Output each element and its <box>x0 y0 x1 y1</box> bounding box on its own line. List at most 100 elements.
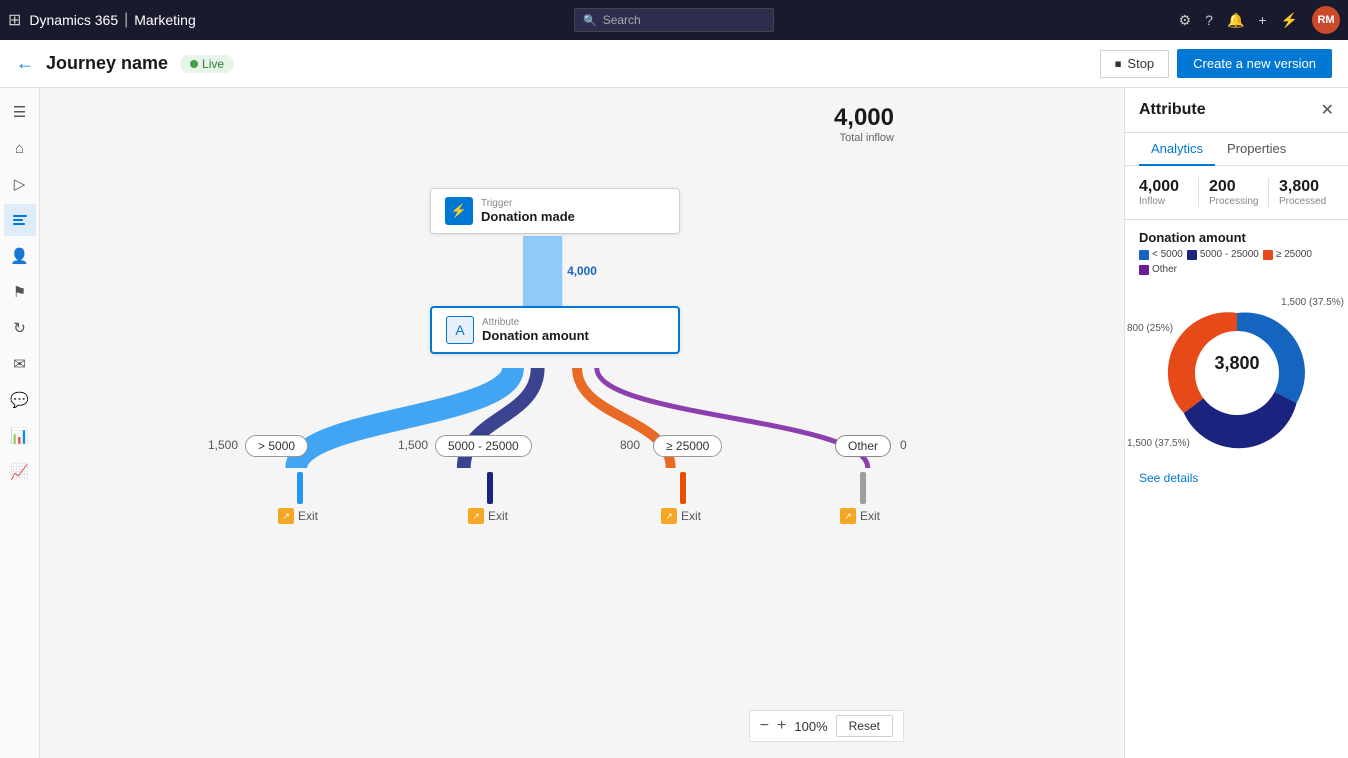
sub-header-right: ⏹ Stop Create a new version <box>1100 49 1332 78</box>
stat-processed-label: Processed <box>1279 196 1334 207</box>
notification-icon[interactable]: 🔔 <box>1227 12 1244 29</box>
exit-icon-1: ↗ <box>278 508 294 524</box>
donut-chart-svg: 3,800 <box>1157 293 1317 453</box>
attribute-label: Attribute <box>482 317 589 328</box>
search-placeholder: Search <box>603 13 641 27</box>
top-nav-right: ⚙ ? 🔔 + ⚡ RM <box>1179 6 1340 34</box>
stat-inflow-label: Inflow <box>1139 196 1194 207</box>
branch-node-3[interactable]: ≥ 25000 <box>653 435 722 457</box>
sidebar-people-icon[interactable]: 👤 <box>4 240 36 272</box>
legend-item-2: 5000 - 25000 <box>1187 249 1259 260</box>
donut-chart-container: 3,800 1,500 (37.5%) 800 (25%) 1,500 (37.… <box>1125 283 1348 463</box>
branch-count-other: 0 <box>900 438 907 452</box>
branch-node-other[interactable]: Other <box>835 435 891 457</box>
attribute-content: Attribute Donation amount <box>482 317 589 343</box>
exit-icon-2: ↗ <box>468 508 484 524</box>
inflow-count: 4,000 <box>834 104 894 132</box>
total-inflow: 4,000 Total inflow <box>834 104 894 144</box>
branch-count-1: 1,500 <box>208 438 238 452</box>
stat-inflow: 4,000 Inflow <box>1139 178 1194 207</box>
avatar[interactable]: RM <box>1312 6 1340 34</box>
stat-processed: 3,800 Processed <box>1268 178 1334 207</box>
stop-button[interactable]: ⏹ Stop <box>1100 50 1169 78</box>
sidebar-analytics-icon[interactable]: 📈 <box>4 456 36 488</box>
stat-processing: 200 Processing <box>1198 178 1264 207</box>
back-button[interactable]: ← <box>16 53 34 74</box>
branch-bar-1 <box>297 472 303 504</box>
stat-processing-label: Processing <box>1209 196 1264 207</box>
filter-icon[interactable]: ⚡ <box>1281 12 1298 29</box>
legend-dot-other <box>1139 265 1149 275</box>
settings-icon[interactable]: ⚙ <box>1179 12 1192 29</box>
reset-zoom-button[interactable]: Reset <box>836 715 893 737</box>
sidebar-play-icon[interactable]: ▷ <box>4 168 36 200</box>
trigger-icon: ⚡ <box>445 197 473 225</box>
search-bar[interactable]: 🔍 Search <box>574 8 774 32</box>
chart-label-right: 1,500 (37.5%) <box>1281 297 1344 308</box>
branch-node-1[interactable]: > 5000 <box>245 435 308 457</box>
trigger-label: Trigger <box>481 198 575 209</box>
tab-analytics[interactable]: Analytics <box>1139 133 1215 166</box>
donation-section-title: Donation amount <box>1125 220 1348 249</box>
exit-icon-3: ↗ <box>661 508 677 524</box>
attribute-title: Donation amount <box>482 328 589 343</box>
branch-bar-other <box>860 472 866 504</box>
sidebar-mail-icon[interactable]: ✉ <box>4 348 36 380</box>
legend-dot-3 <box>1263 250 1273 260</box>
legend-dot-2 <box>1187 250 1197 260</box>
trigger-node[interactable]: ⚡ Trigger Donation made <box>430 188 680 234</box>
sidebar-refresh-icon[interactable]: ↻ <box>4 312 36 344</box>
see-details-link[interactable]: See details <box>1125 463 1348 493</box>
chart-label-left-top: 800 (25%) <box>1127 323 1173 334</box>
sidebar-chart-icon[interactable]: 📊 <box>4 420 36 452</box>
live-label: Live <box>202 57 224 71</box>
stat-inflow-value: 4,000 <box>1139 178 1194 196</box>
svg-text:3,800: 3,800 <box>1214 353 1259 373</box>
tab-properties[interactable]: Properties <box>1215 133 1298 166</box>
sidebar-home-icon[interactable]: ⌂ <box>4 132 36 164</box>
help-icon[interactable]: ? <box>1205 12 1213 28</box>
branch-bar-2 <box>487 472 493 504</box>
sidebar-journey-icon[interactable] <box>4 204 36 236</box>
stop-icon: ⏹ <box>1115 56 1122 72</box>
sidebar-menu-icon[interactable]: ☰ <box>4 96 36 128</box>
chart-legend: < 5000 5000 - 25000 ≥ 25000 Other <box>1125 249 1348 283</box>
attribute-icon: A <box>446 316 474 344</box>
exit-label-other: Exit <box>860 509 880 523</box>
chart-label-left-bottom: 1,500 (37.5%) <box>1127 438 1190 449</box>
sidebar-flag-icon[interactable]: ⚑ <box>4 276 36 308</box>
live-dot <box>190 60 198 68</box>
svg-text:4,000: 4,000 <box>567 264 597 278</box>
sub-header: ← Journey name Live ⏹ Stop Create a new … <box>0 40 1348 88</box>
exit-node-3: ↗ Exit <box>661 508 701 524</box>
sidebar-chat-icon[interactable]: 💬 <box>4 384 36 416</box>
search-icon: 🔍 <box>583 14 597 27</box>
attribute-node[interactable]: A Attribute Donation amount <box>430 306 680 354</box>
exit-node-other: ↗ Exit <box>840 508 880 524</box>
branch-count-2: 1,500 <box>398 438 428 452</box>
brand-module: Marketing <box>134 12 195 28</box>
stop-label: Stop <box>1127 56 1154 71</box>
main-layout: ☰ ⌂ ▷ 👤 ⚑ ↻ ✉ 💬 📊 📈 4,000 Total inflow <box>0 88 1348 758</box>
exit-label-1: Exit <box>298 509 318 523</box>
brand: Dynamics 365 | Marketing <box>29 11 195 29</box>
exit-node-2: ↗ Exit <box>468 508 508 524</box>
journey-title: Journey name <box>46 53 168 74</box>
zoom-in-button[interactable]: + <box>777 717 786 735</box>
zoom-out-button[interactable]: − <box>760 717 769 735</box>
legend-item-other: Other <box>1139 264 1177 275</box>
branch-bar-3 <box>680 472 686 504</box>
legend-label-3: ≥ 25000 <box>1276 249 1312 260</box>
journey-canvas: 4,000 Total inflow 4,000 <box>40 88 1124 758</box>
create-new-version-button[interactable]: Create a new version <box>1177 49 1332 78</box>
right-panel: Attribute ✕ Analytics Properties 4,000 I… <box>1124 88 1348 758</box>
close-panel-button[interactable]: ✕ <box>1321 100 1334 120</box>
exit-icon-other: ↗ <box>840 508 856 524</box>
app-grid-icon[interactable]: ⊞ <box>8 10 21 30</box>
branch-node-2[interactable]: 5000 - 25000 <box>435 435 532 457</box>
exit-label-2: Exit <box>488 509 508 523</box>
exit-label-3: Exit <box>681 509 701 523</box>
legend-label-other: Other <box>1152 264 1177 275</box>
plus-icon[interactable]: + <box>1258 12 1266 28</box>
brand-dynamics: Dynamics 365 <box>29 12 118 28</box>
